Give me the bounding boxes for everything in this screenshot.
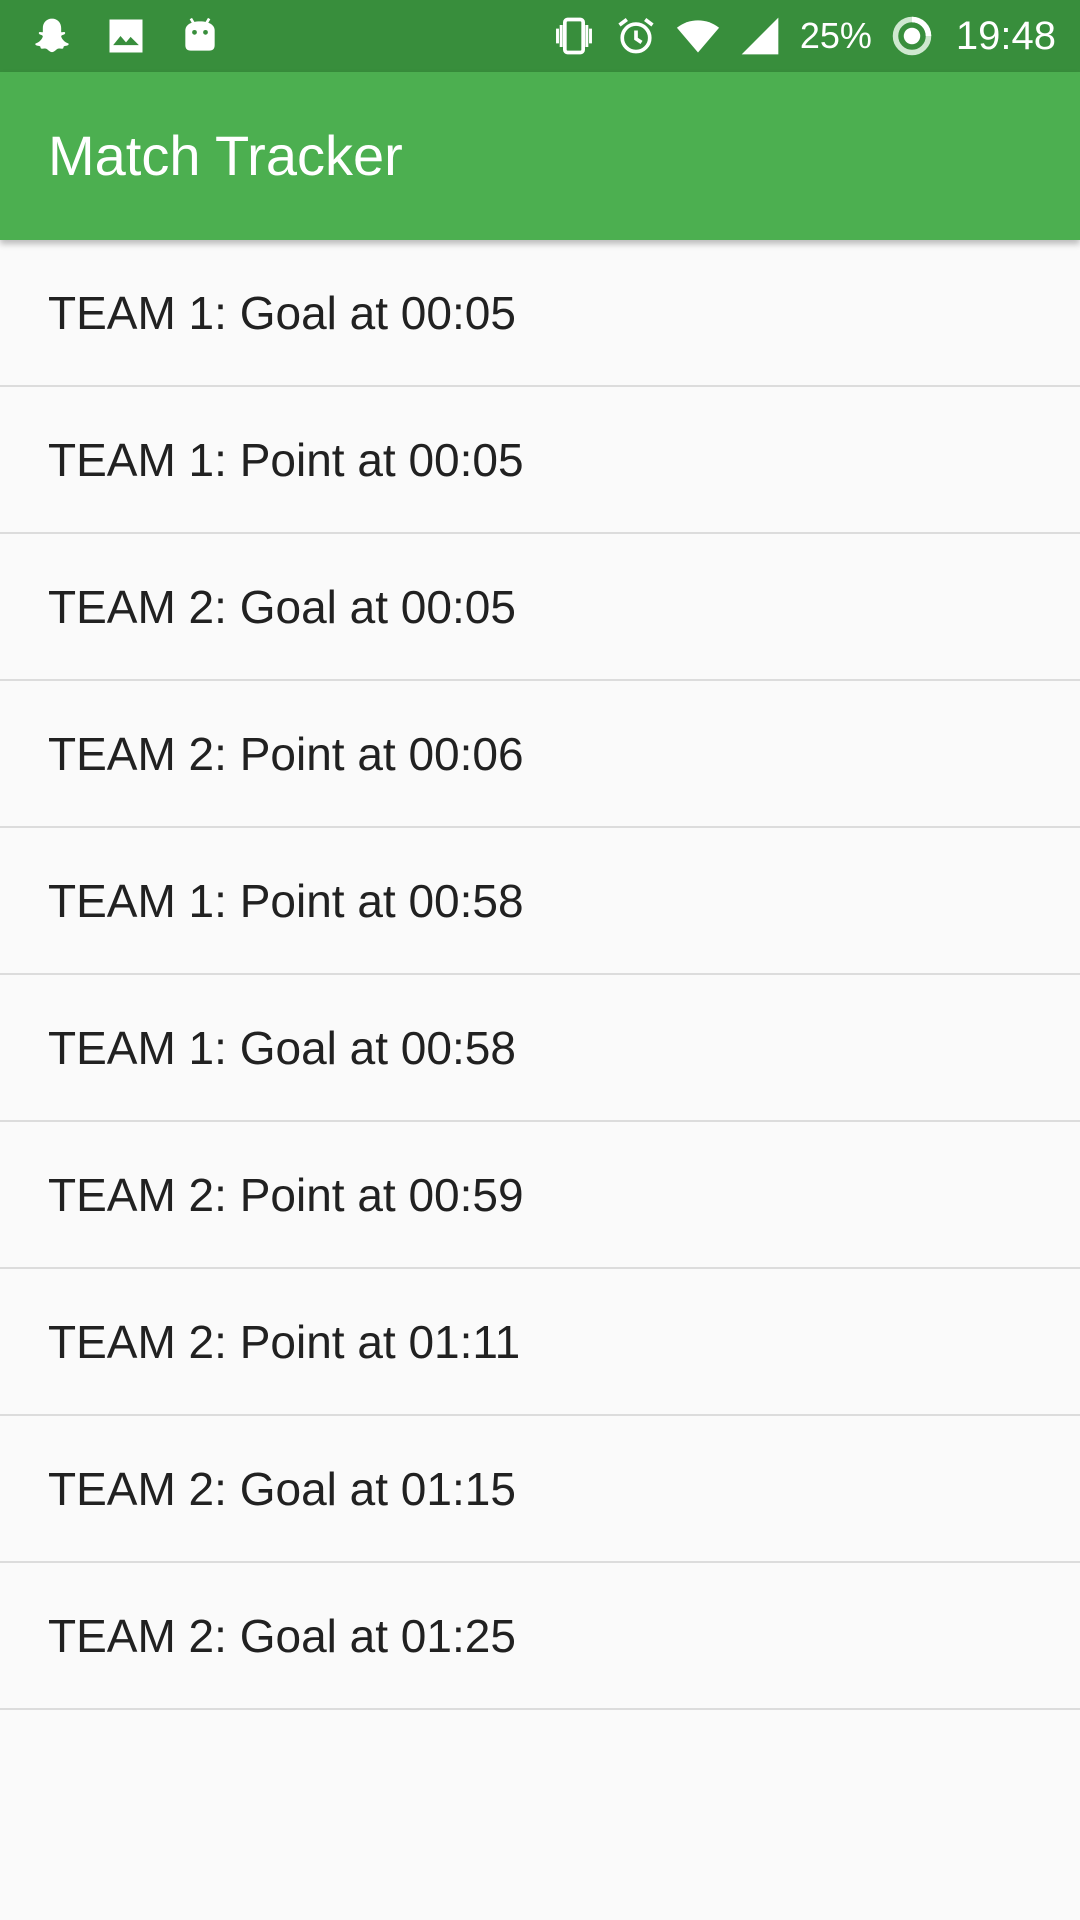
event-label: TEAM 2: Point at 00:59 (48, 1168, 524, 1221)
status-right-icons: 25% 19:48 (552, 0, 1056, 72)
list-item[interactable]: TEAM 1: Goal at 00:58 (0, 975, 1080, 1122)
list-item[interactable]: TEAM 2: Point at 01:11 (0, 1269, 1080, 1416)
vibrate-icon (552, 14, 596, 58)
list-item[interactable]: TEAM 2: Goal at 01:25 (0, 1563, 1080, 1710)
event-label: TEAM 2: Goal at 00:05 (48, 580, 516, 633)
app-bar: Match Tracker (0, 72, 1080, 240)
status-time: 19:48 (955, 13, 1056, 58)
app-title: Match Tracker (48, 124, 403, 187)
list-item[interactable]: TEAM 2: Goal at 01:15 (0, 1416, 1080, 1563)
list-item[interactable]: TEAM 1: Goal at 00:05 (0, 240, 1080, 387)
list-item[interactable]: TEAM 2: Point at 00:59 (0, 1122, 1080, 1269)
snapchat-icon (30, 14, 74, 58)
event-label: TEAM 2: Goal at 01:15 (48, 1462, 516, 1515)
event-label: TEAM 1: Goal at 00:58 (48, 1021, 516, 1074)
wifi-icon (676, 14, 720, 58)
list-item[interactable]: TEAM 1: Point at 00:05 (0, 387, 1080, 534)
status-bar: 25% 19:48 (0, 0, 1080, 72)
event-list: TEAM 1: Goal at 00:05 TEAM 1: Point at 0… (0, 240, 1080, 1710)
event-label: TEAM 2: Point at 00:06 (48, 727, 524, 780)
event-label: TEAM 1: Point at 00:58 (48, 874, 524, 927)
list-item[interactable]: TEAM 2: Point at 00:06 (0, 681, 1080, 828)
event-label: TEAM 2: Goal at 01:25 (48, 1609, 516, 1662)
status-left-icons (30, 0, 222, 72)
battery-percent: 25% (799, 15, 872, 56)
alarm-icon (614, 14, 658, 58)
event-label: TEAM 1: Point at 00:05 (48, 433, 524, 486)
list-item[interactable]: TEAM 2: Goal at 00:05 (0, 534, 1080, 681)
event-label: TEAM 2: Point at 01:11 (48, 1315, 521, 1368)
android-icon (178, 14, 222, 58)
signal-icon (738, 14, 782, 58)
battery-saver-icon (890, 14, 934, 58)
list-item[interactable]: TEAM 1: Point at 00:58 (0, 828, 1080, 975)
event-label: TEAM 1: Goal at 00:05 (48, 286, 516, 339)
image-icon (104, 14, 148, 58)
